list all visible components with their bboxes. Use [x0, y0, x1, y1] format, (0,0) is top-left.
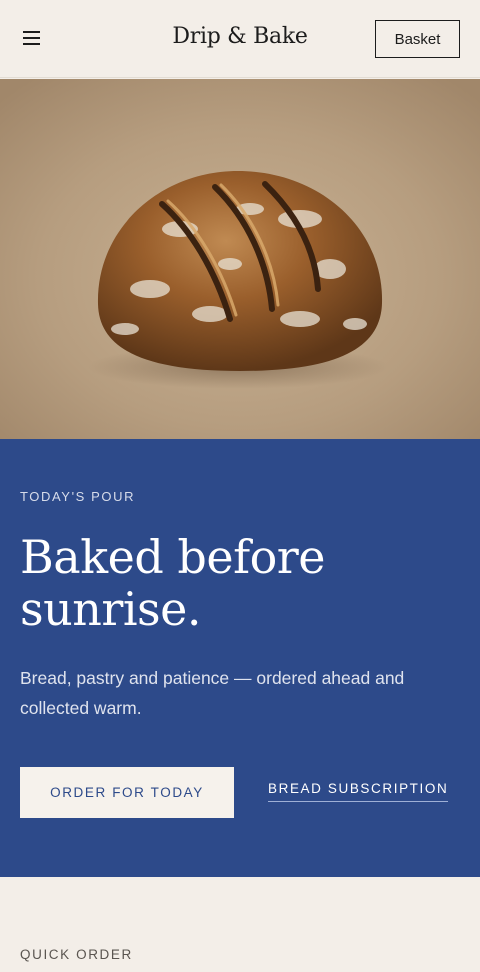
sourdough-loaf-illustration [0, 79, 480, 439]
hero-promo-section: TODAY'S POUR Baked before sunrise. Bread… [0, 439, 480, 877]
bread-subscription-link[interactable]: BREAD SUBSCRIPTION [268, 781, 449, 802]
basket-button[interactable]: Basket [375, 20, 460, 58]
hero-bread-image [0, 79, 480, 439]
site-header: Drip & Bake Basket [0, 0, 480, 78]
headline-line-1: Baked before [20, 530, 326, 584]
headline-line-2: sunrise. [20, 582, 202, 636]
hero-subcopy: Bread, pastry and patience — ordered ahe… [20, 668, 405, 718]
hero-headline: Baked before sunrise. [20, 531, 460, 635]
quick-order-section: QUICK ORDER [0, 877, 480, 972]
eyebrow-label: TODAY'S POUR [20, 489, 136, 504]
order-for-today-button[interactable]: ORDER FOR TODAY [20, 767, 234, 818]
quick-order-label: QUICK ORDER [20, 947, 133, 962]
